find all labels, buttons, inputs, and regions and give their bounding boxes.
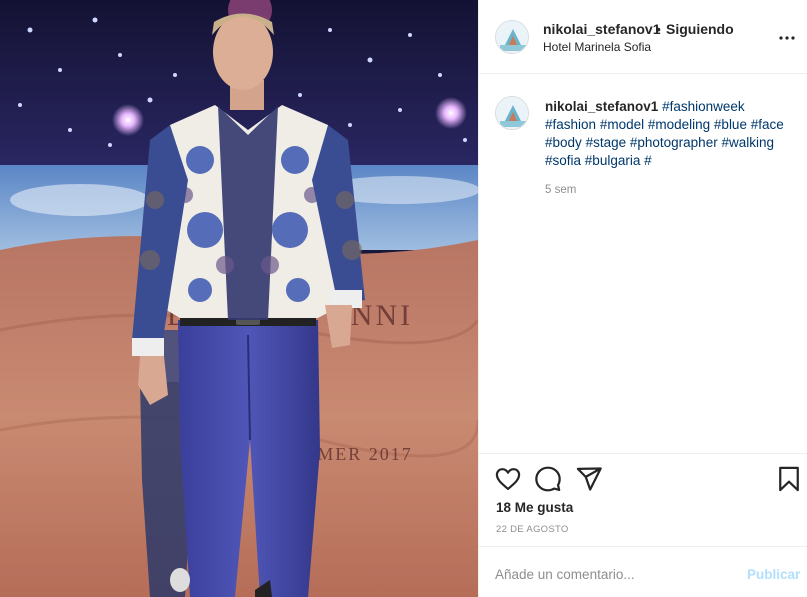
hashtag-link[interactable]: #body — [545, 135, 582, 150]
header-separator: • — [656, 21, 661, 37]
avatar[interactable] — [495, 20, 529, 54]
hashtag-link[interactable]: #fashionweek — [662, 99, 745, 114]
heart-icon[interactable] — [494, 465, 522, 493]
post-details-panel: nikolai_stefanov1 • Siguiendo Hotel Mari… — [478, 0, 807, 597]
post-photo[interactable]: DIVINO VONNI MER 2017 — [0, 0, 478, 597]
hashtag-link[interactable]: #stage — [586, 135, 627, 150]
more-options-icon[interactable] — [775, 26, 799, 50]
post-date[interactable]: 22 DE AGOSTO — [496, 524, 569, 535]
caption-timestamp[interactable]: 5 sem — [545, 184, 576, 196]
profile-photo — [496, 97, 528, 129]
action-bar: 18 Me gusta 22 DE AGOSTO — [479, 453, 807, 546]
hashtag-link[interactable]: #blue — [714, 117, 747, 132]
caption-avatar[interactable] — [495, 96, 529, 130]
post-header: nikolai_stefanov1 • Siguiendo Hotel Mari… — [479, 0, 807, 74]
hashtag-link[interactable]: #fashion — [545, 117, 596, 132]
profile-photo — [496, 21, 528, 53]
post-comment-button[interactable]: Publicar — [747, 567, 800, 582]
post-caption: nikolai_stefanov1 #fashionweek #fashion … — [545, 98, 795, 170]
hashtag-link[interactable]: #walking — [721, 135, 774, 150]
comment-bubble-icon[interactable] — [534, 465, 562, 493]
backdrop-season-text: MER 2017 — [317, 444, 413, 464]
hashtag-link[interactable]: #face — [751, 117, 784, 132]
hashtag-link[interactable]: #sofia — [545, 153, 581, 168]
hashtag-link[interactable]: #bulgaria — [585, 153, 641, 168]
runway-photo: DIVINO VONNI MER 2017 — [0, 0, 478, 597]
comments-section: nikolai_stefanov1 #fashionweek #fashion … — [479, 75, 807, 453]
hashtag-link[interactable]: #modeling — [648, 117, 710, 132]
hashtag-link[interactable]: #photographer — [630, 135, 718, 150]
comment-composer: Publicar — [479, 546, 807, 597]
following-button[interactable]: Siguiendo — [666, 21, 734, 37]
paper-plane-icon[interactable] — [575, 465, 603, 493]
hashtag-link[interactable]: # — [644, 153, 652, 168]
caption-username[interactable]: nikolai_stefanov1 — [545, 99, 658, 114]
location-link[interactable]: Hotel Marinela Sofia — [543, 40, 651, 54]
bookmark-icon[interactable] — [775, 465, 803, 493]
hashtag-link[interactable]: #model — [600, 117, 644, 132]
comment-input[interactable] — [495, 563, 725, 585]
likes-count[interactable]: 18 Me gusta — [496, 500, 573, 515]
header-username[interactable]: nikolai_stefanov1 — [543, 21, 661, 37]
